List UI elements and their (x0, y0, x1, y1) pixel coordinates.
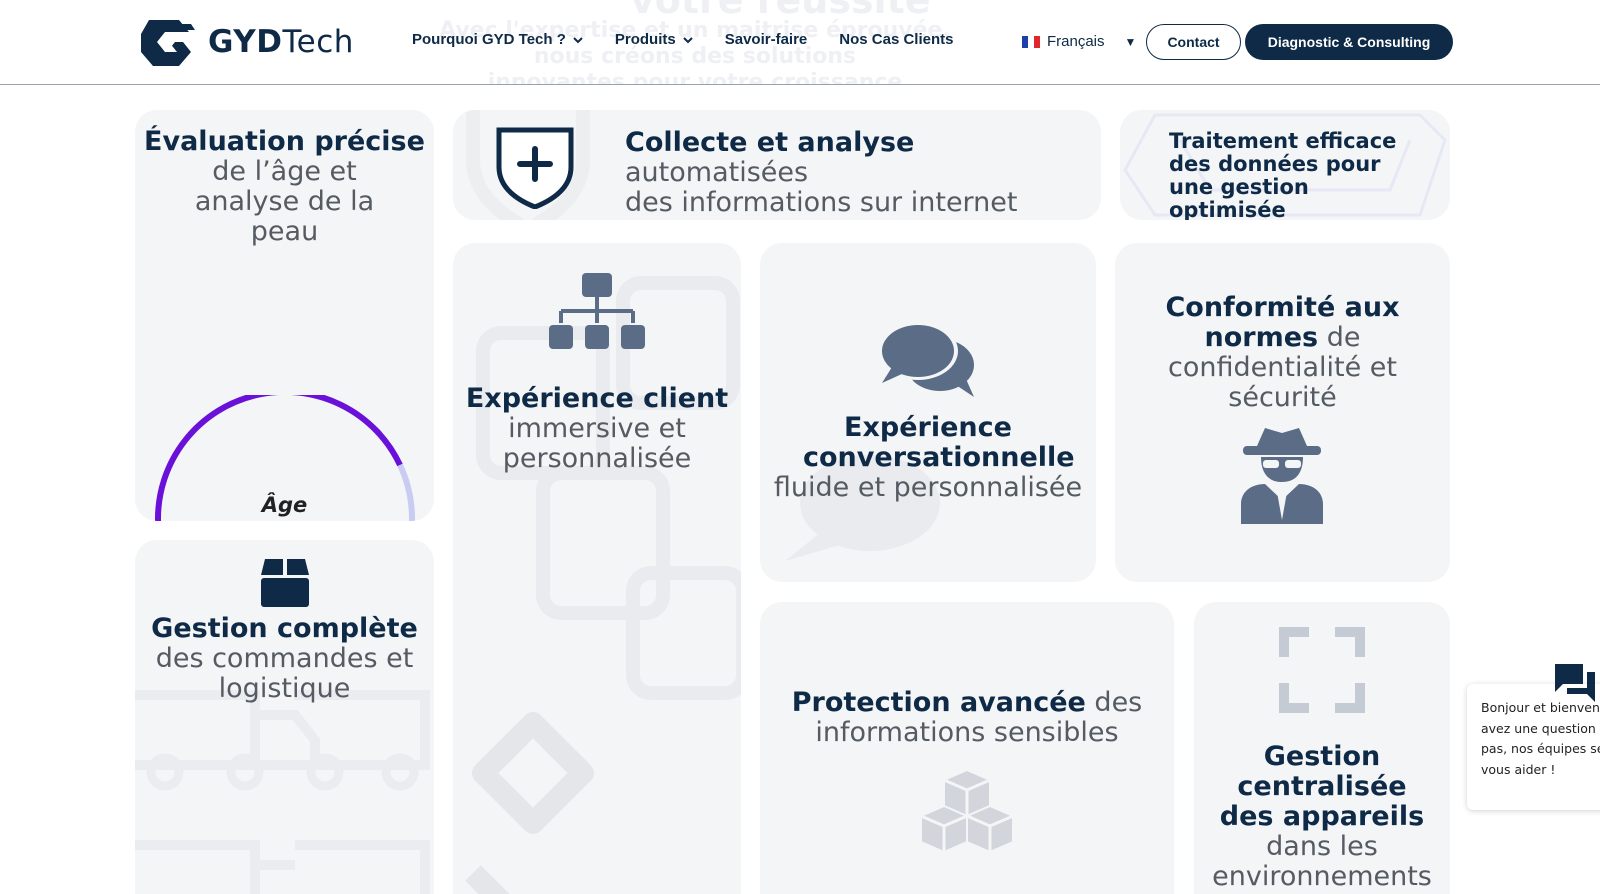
main-nav: Pourquoi GYD Tech ? Produits Savoir-fair… (412, 31, 985, 48)
nav-know-how[interactable]: Savoir-faire (725, 31, 808, 48)
chat-bubbles-icon (878, 322, 974, 397)
expand-icon (1279, 627, 1365, 713)
shield-plus-icon (496, 127, 574, 209)
chat-widget-icon[interactable] (1553, 662, 1597, 704)
nav-products[interactable]: Produits (615, 31, 693, 48)
background-subheading: Avec l'expertise et un maitrise éprouvée… (439, 18, 951, 85)
card-data-text: Traitement efficace des données pour une… (1169, 129, 1397, 221)
france-flag-icon (1022, 35, 1040, 48)
brand-name: GYDTech (208, 24, 354, 60)
card-data-protection[interactable]: Protection avancée des informations sens… (760, 602, 1174, 894)
spy-icon (1241, 428, 1323, 524)
truck-watermark-icon (135, 690, 430, 894)
card-compliance[interactable]: Conformité aux normes de confidentialité… (1115, 243, 1450, 582)
sitemap-icon (549, 273, 645, 349)
chevron-down-icon (683, 36, 693, 43)
diagnostic-consulting-button[interactable]: Diagnostic & Consulting (1245, 24, 1453, 60)
language-selector[interactable]: Français ▼ (1022, 33, 1136, 50)
card-customer-text: Expérience client immersive et personnal… (465, 383, 729, 474)
caret-down-icon: ▼ (1124, 34, 1137, 49)
card-conversation-text: Expérience conversationnelle fluide et p… (773, 412, 1083, 503)
card-orders-text: Gestion complète des commandes et logist… (151, 613, 418, 704)
card-age-analysis[interactable]: Évaluation précise de l’âge et analyse d… (135, 110, 434, 521)
cubes-icon (920, 768, 1014, 854)
site-header: votre réussite Avec l'expertise et un ma… (0, 0, 1600, 85)
gauge-label: Âge (261, 493, 308, 517)
card-protection-text: Protection avancée des informations sens… (791, 687, 1143, 748)
card-data-processing[interactable]: Traitement efficace des données pour une… (1120, 110, 1450, 220)
card-data-collection[interactable]: Collecte et analyse automatisées des inf… (453, 110, 1101, 220)
contact-button[interactable]: Contact (1146, 24, 1241, 60)
card-device-management[interactable]: Gestion centralisée des appareils dans l… (1194, 602, 1450, 894)
nav-client-cases[interactable]: Nos Cas Clients (839, 31, 953, 48)
card-devices-text: Gestion centralisée des appareils dans l… (1212, 741, 1432, 892)
card-conversational-experience[interactable]: Expérience conversationnelle fluide et p… (760, 243, 1096, 582)
nav-why-gyd[interactable]: Pourquoi GYD Tech ? (412, 31, 583, 48)
card-age-text: Évaluation précise de l’âge et analyse d… (144, 126, 425, 247)
card-order-management[interactable]: Gestion complète des commandes et logist… (135, 540, 434, 894)
card-customer-experience[interactable]: Expérience client immersive et personnal… (453, 243, 741, 894)
gyd-logo-icon (141, 20, 195, 66)
logo[interactable]: GYDTech (139, 16, 354, 68)
box-icon (261, 559, 309, 607)
card-compliance-text: Conformité aux normes de confidentialité… (1165, 292, 1400, 413)
chevron-down-icon (573, 36, 583, 43)
network-watermark-icon (465, 276, 741, 894)
card-collect-text: Collecte et analyse automatisées des inf… (625, 127, 1018, 218)
